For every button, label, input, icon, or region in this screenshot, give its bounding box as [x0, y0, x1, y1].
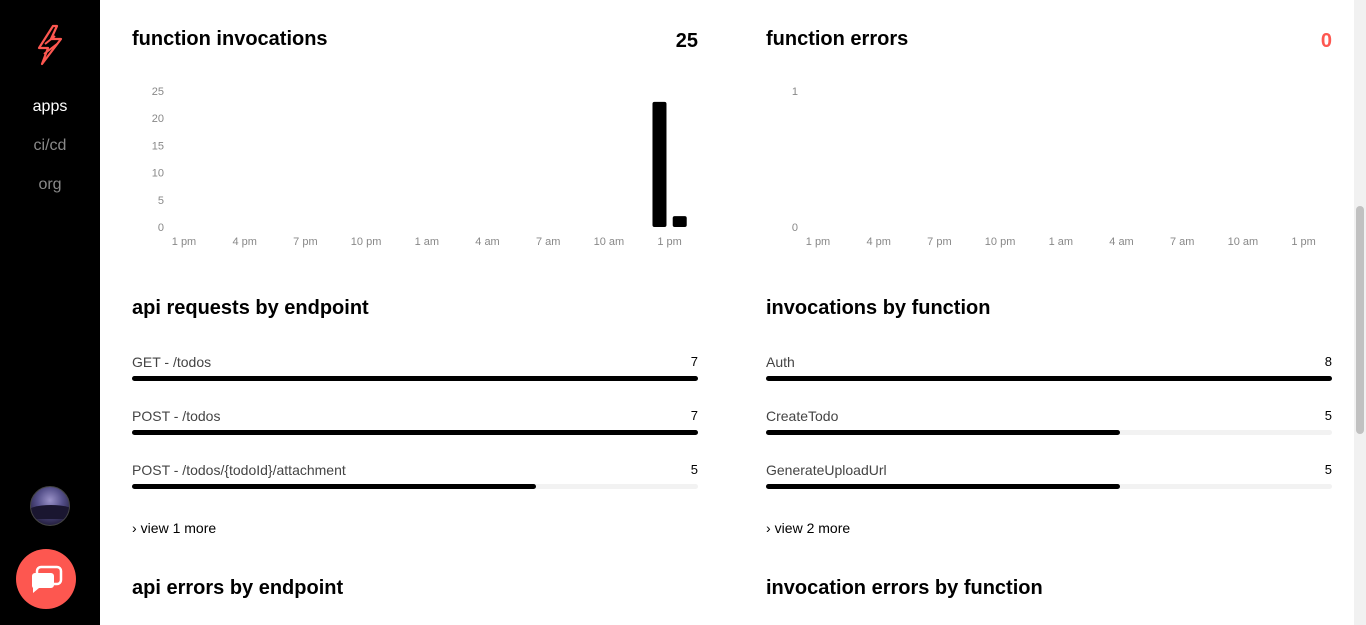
- bar-list-item[interactable]: CreateTodo 5: [766, 408, 1332, 448]
- errors-chart: 1 0 1 pm 4 pm 7 pm 10 pm 1 am 4 am 7 am 10 am 1 pm: [766, 80, 1332, 250]
- scrollbar[interactable]: [1354, 0, 1366, 625]
- bar-list-item[interactable]: POST - /todos/{todoId}/attachment 5: [132, 462, 698, 502]
- bar-fill: [132, 484, 537, 489]
- x-tick-label: 10 pm: [351, 236, 382, 248]
- scrollbar-thumb[interactable]: [1356, 206, 1364, 434]
- y-tick-label: 10: [152, 168, 164, 180]
- bar-fill: [132, 430, 698, 435]
- chart-bar[interactable]: [672, 216, 687, 227]
- x-tick-label: 7 am: [536, 236, 560, 248]
- bar-track: [766, 376, 1332, 381]
- y-tick-label: 25: [152, 86, 164, 98]
- bar-track: [766, 430, 1332, 435]
- left-column: function invocations 25 25 20 15 10 5 0 1 pm 4 …: [132, 0, 698, 625]
- sidebar: apps ci/cd org: [0, 0, 100, 625]
- bar-track: [132, 376, 698, 381]
- errors-title: function errors: [766, 28, 909, 50]
- x-tick-label: 1 pm: [1291, 236, 1315, 248]
- avatar[interactable]: [30, 486, 70, 526]
- x-tick-label: 7 pm: [293, 236, 317, 248]
- bar-item-label: Auth: [766, 354, 795, 370]
- x-tick-label: 10 am: [594, 236, 625, 248]
- y-tick-label: 15: [152, 140, 164, 152]
- invocations-count: 25: [675, 30, 698, 52]
- invocations-chart: 25 20 15 10 5 0 1 pm 4 pm 7 pm 10 pm 1 am 4 am 7 am 1…: [132, 80, 698, 250]
- invocation-errors-title: invocation errors by function: [766, 577, 1043, 599]
- bar-list-item[interactable]: POST - /todos 7: [132, 408, 698, 448]
- x-tick-label: 10 pm: [985, 236, 1016, 248]
- x-tick-label: 1 pm: [172, 236, 196, 248]
- y-tick-label: 0: [792, 222, 798, 234]
- x-tick-label: 1 pm: [657, 236, 681, 248]
- y-tick-label: 5: [158, 195, 164, 207]
- bar-fill: [132, 376, 698, 381]
- bar-item-label: CreateTodo: [766, 408, 839, 424]
- bar-item-label: GenerateUploadUrl: [766, 462, 887, 478]
- x-tick-label: 4 am: [475, 236, 499, 248]
- y-tick-label: 20: [152, 113, 164, 125]
- bar-fill: [766, 484, 1120, 489]
- bar-track: [132, 430, 698, 435]
- x-tick-label: 4 pm: [866, 236, 890, 248]
- invocations-by-function-title: invocations by function: [766, 297, 991, 319]
- bar-item-value: 5: [1324, 462, 1332, 477]
- right-column: function errors 0 1 0 1 pm 4 pm 7 pm 10 pm 1 a…: [766, 0, 1332, 625]
- bar-item-label: POST - /todos: [132, 408, 221, 424]
- x-tick-label: 1 am: [415, 236, 439, 248]
- bar-item-value: 7: [690, 354, 698, 369]
- bar-item-value: 8: [1324, 354, 1332, 369]
- errors-count: 0: [1320, 30, 1332, 52]
- bar-fill: [766, 430, 1120, 435]
- chevron-right-icon: ›: [766, 520, 771, 536]
- y-tick-label: 1: [792, 86, 798, 98]
- chart-bar[interactable]: [652, 101, 667, 227]
- nav-cicd[interactable]: ci/cd: [0, 137, 100, 155]
- chat-button[interactable]: [16, 549, 76, 609]
- bar-item-value: 5: [1324, 408, 1332, 423]
- invocations-title: function invocations: [132, 28, 328, 50]
- bar-track: [132, 484, 698, 489]
- x-tick-label: 4 am: [1109, 236, 1133, 248]
- bar-fill: [766, 376, 1332, 381]
- chevron-right-icon: ›: [132, 520, 137, 536]
- x-tick-label: 1 am: [1049, 236, 1073, 248]
- nav-apps[interactable]: apps: [0, 98, 100, 116]
- bar-item-value: 5: [690, 462, 698, 477]
- bar-item-label: POST - /todos/{todoId}/attachment: [132, 462, 346, 478]
- nav-org[interactable]: org: [0, 176, 100, 194]
- serverless-logo-icon[interactable]: [33, 24, 67, 66]
- api-errors-title: api errors by endpoint: [132, 577, 344, 599]
- y-tick-label: 0: [158, 222, 164, 234]
- x-tick-label: 10 am: [1228, 236, 1259, 248]
- bar-item-label: GET - /todos: [132, 354, 212, 370]
- x-tick-label: 7 pm: [927, 236, 951, 248]
- x-tick-label: 7 am: [1170, 236, 1194, 248]
- bar-list-item[interactable]: Auth 8: [766, 354, 1332, 394]
- x-tick-label: 1 pm: [806, 236, 830, 248]
- bar-track: [766, 484, 1332, 489]
- chat-icon: [32, 565, 63, 593]
- x-tick-label: 4 pm: [232, 236, 256, 248]
- bar-item-value: 7: [690, 408, 698, 423]
- api-requests-title: api requests by endpoint: [132, 297, 369, 319]
- bar-list-item[interactable]: GenerateUploadUrl 5: [766, 462, 1332, 502]
- bar-list-item[interactable]: GET - /todos 7: [132, 354, 698, 394]
- api-view-more-link[interactable]: › view 1 more: [132, 520, 216, 536]
- fn-view-more-link[interactable]: › view 2 more: [766, 520, 850, 536]
